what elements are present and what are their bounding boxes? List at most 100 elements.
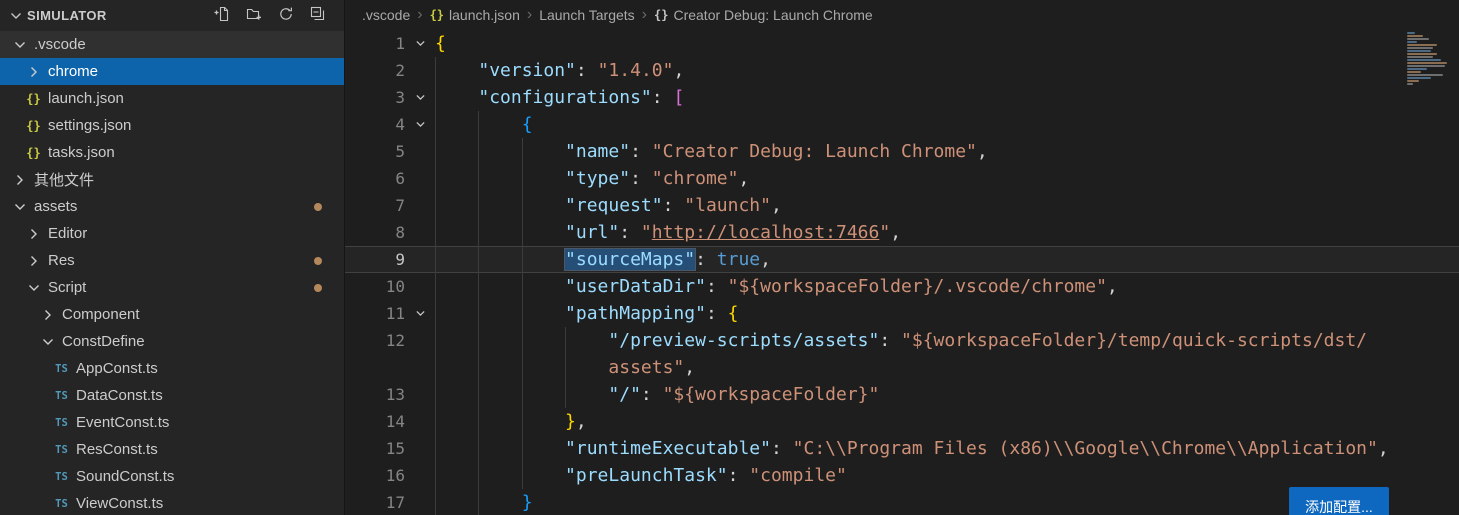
section-chevron-down-icon bbox=[8, 8, 24, 24]
typescript-file-icon: TS bbox=[55, 362, 68, 375]
fold-gutter bbox=[405, 381, 435, 408]
code-line[interactable]: 4 { bbox=[345, 111, 1459, 138]
breadcrumb-separator: › bbox=[526, 6, 533, 23]
tree-item-viewconst.ts[interactable]: TS ViewConst.ts bbox=[0, 490, 344, 515]
code-text: assets", bbox=[608, 357, 696, 378]
code-line[interactable]: 14 }, bbox=[345, 408, 1459, 435]
minimap-line bbox=[1407, 59, 1441, 61]
collapse-all-icon bbox=[310, 6, 326, 25]
tree-item-label: Component bbox=[62, 306, 140, 323]
tree-item-label: ViewConst.ts bbox=[76, 495, 164, 512]
chevron-down-icon bbox=[24, 280, 43, 296]
tree-item-constdefine[interactable]: ConstDefine bbox=[0, 328, 344, 355]
tree-item-launch.json[interactable]: {} launch.json bbox=[0, 85, 344, 112]
code-text: "/preview-scripts/assets": "${workspaceF… bbox=[608, 330, 1368, 351]
code-line[interactable]: 16 "preLaunchTask": "compile" bbox=[345, 462, 1459, 489]
line-number: 2 bbox=[395, 61, 405, 80]
chevron-right-icon bbox=[24, 226, 43, 242]
code-line[interactable]: 3 "configurations": [ bbox=[345, 84, 1459, 111]
typescript-file-icon: TS bbox=[55, 443, 68, 456]
tree-item-dataconst.ts[interactable]: TS DataConst.ts bbox=[0, 382, 344, 409]
code-line[interactable]: 1{ bbox=[345, 30, 1459, 57]
minimap-line bbox=[1407, 83, 1413, 85]
code-text: "type": "chrome", bbox=[565, 168, 750, 189]
explorer-section-title: SIMULATOR bbox=[27, 8, 107, 23]
typescript-file-icon: TS bbox=[55, 416, 68, 429]
tree-item-editor[interactable]: Editor bbox=[0, 220, 344, 247]
tree-item-.vscode[interactable]: .vscode bbox=[0, 31, 344, 58]
tree-item-label: ResConst.ts bbox=[76, 441, 158, 458]
tree-item-label: DataConst.ts bbox=[76, 387, 163, 404]
minimap-line bbox=[1407, 50, 1431, 52]
code-text: "request": "launch", bbox=[565, 195, 782, 216]
tree-item-label: AppConst.ts bbox=[76, 360, 158, 377]
tree-item-soundconst.ts[interactable]: TS SoundConst.ts bbox=[0, 463, 344, 490]
tree-item-resconst.ts[interactable]: TS ResConst.ts bbox=[0, 436, 344, 463]
code-line[interactable]: 12 "/preview-scripts/assets": "${workspa… bbox=[345, 327, 1459, 354]
fold-chevron-icon[interactable] bbox=[405, 300, 435, 327]
tree-item-settings.json[interactable]: {} settings.json bbox=[0, 112, 344, 139]
breadcrumb-item-.vscode[interactable]: .vscode bbox=[362, 7, 410, 23]
modified-badge-dot bbox=[314, 283, 322, 292]
new-file-button[interactable] bbox=[212, 6, 232, 26]
new-folder-button[interactable] bbox=[244, 6, 264, 26]
line-number: 10 bbox=[385, 277, 405, 296]
chevron-down-icon bbox=[38, 334, 57, 350]
refresh-button[interactable] bbox=[276, 6, 296, 26]
file-tree: .vscode chrome {} launch.json {} settings.jso… bbox=[0, 31, 344, 515]
line-number: 17 bbox=[385, 493, 405, 512]
json-file-icon: {} bbox=[429, 8, 445, 22]
fold-gutter bbox=[405, 273, 435, 300]
fold-chevron-icon[interactable] bbox=[405, 30, 435, 57]
code-line[interactable]: 6 "type": "chrome", bbox=[345, 165, 1459, 192]
line-number: 3 bbox=[395, 88, 405, 107]
add-configuration-button[interactable]: 添加配置... bbox=[1289, 487, 1389, 515]
tree-item-tasks.json[interactable]: {} tasks.json bbox=[0, 139, 344, 166]
line-number: 1 bbox=[395, 34, 405, 53]
tree-item-label: ConstDefine bbox=[62, 333, 145, 350]
fold-gutter bbox=[405, 435, 435, 462]
fold-gutter bbox=[405, 165, 435, 192]
tree-item-chrome[interactable]: chrome bbox=[0, 58, 344, 85]
fold-chevron-icon[interactable] bbox=[405, 111, 435, 138]
code-editor[interactable]: 1{2 "version": "1.4.0", 3 "configurations… bbox=[345, 30, 1459, 515]
tree-item-appconst.ts[interactable]: TS AppConst.ts bbox=[0, 355, 344, 382]
tree-item-label: settings.json bbox=[48, 117, 132, 134]
tree-item-label: Script bbox=[48, 279, 87, 296]
tree-item-label: .vscode bbox=[34, 36, 86, 53]
fold-gutter bbox=[405, 138, 435, 165]
code-line[interactable]: 8 "url": "http://localhost:7466", bbox=[345, 219, 1459, 246]
breadcrumb-item-launch.json[interactable]: {} launch.json bbox=[430, 7, 520, 23]
fold-gutter bbox=[405, 57, 435, 84]
code-line[interactable]: assets", bbox=[345, 354, 1459, 381]
chevron-right-icon bbox=[24, 253, 43, 269]
tree-item-label: Res bbox=[48, 252, 75, 269]
minimap[interactable] bbox=[1407, 32, 1455, 86]
code-line[interactable]: 13 "/": "${workspaceFolder}" bbox=[345, 381, 1459, 408]
code-line[interactable]: 10 "userDataDir": "${workspaceFolder}/.v… bbox=[345, 273, 1459, 300]
chevron-down-icon bbox=[10, 37, 29, 53]
active-code-line[interactable]: 9 "sourceMaps": true, bbox=[345, 246, 1459, 273]
tree-item-script[interactable]: Script bbox=[0, 274, 344, 301]
code-line[interactable]: 11 "pathMapping": { bbox=[345, 300, 1459, 327]
tree-item-res[interactable]: Res bbox=[0, 247, 344, 274]
symbol-object-icon: {} bbox=[654, 8, 669, 22]
explorer-section-header[interactable]: SIMULATOR bbox=[0, 0, 344, 31]
code-line[interactable]: 5 "name": "Creator Debug: Launch Chrome"… bbox=[345, 138, 1459, 165]
tree-item-eventconst.ts[interactable]: TS EventConst.ts bbox=[0, 409, 344, 436]
code-line[interactable]: 2 "version": "1.4.0", bbox=[345, 57, 1459, 84]
collapse-all-button[interactable] bbox=[308, 6, 328, 26]
line-number: 11 bbox=[385, 304, 405, 323]
tree-item-folder[interactable]: 其他文件 bbox=[0, 166, 344, 193]
breadcrumb-item-creator-debug-launch-chrome[interactable]: {} Creator Debug: Launch Chrome bbox=[654, 7, 873, 23]
tree-item-component[interactable]: Component bbox=[0, 301, 344, 328]
json-file-icon: {} bbox=[26, 145, 41, 160]
tree-item-assets[interactable]: assets bbox=[0, 193, 344, 220]
code-line[interactable]: 7 "request": "launch", bbox=[345, 192, 1459, 219]
code-line[interactable]: 15 "runtimeExecutable": "C:\\Program Fil… bbox=[345, 435, 1459, 462]
breadcrumb-label: launch.json bbox=[449, 7, 520, 23]
fold-chevron-icon[interactable] bbox=[405, 84, 435, 111]
breadcrumb-item-launch-targets[interactable]: Launch Targets bbox=[539, 7, 634, 23]
sidebar-toolbar bbox=[212, 6, 328, 26]
refresh-icon bbox=[278, 6, 294, 25]
